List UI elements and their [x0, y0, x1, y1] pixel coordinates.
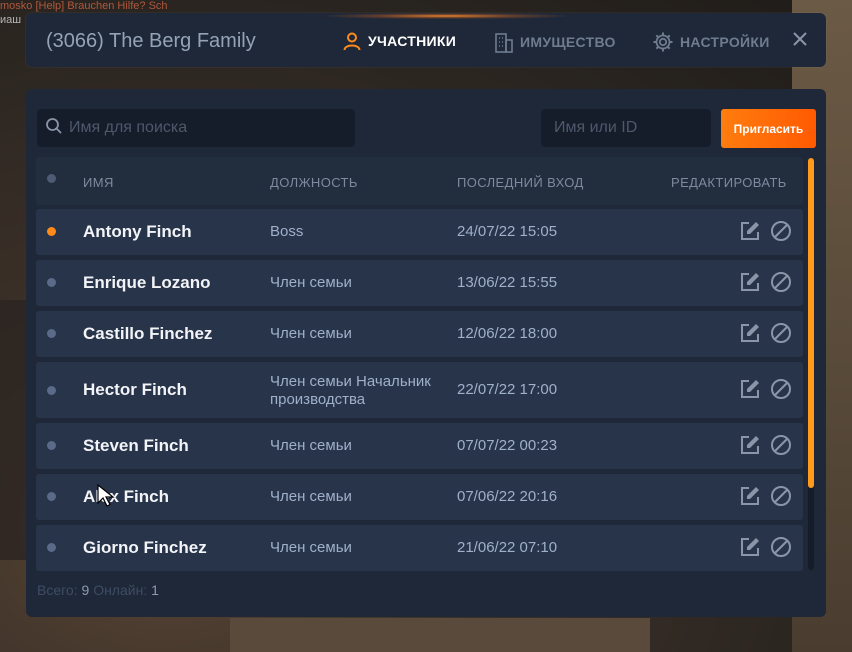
member-name: Giorno Finchez [83, 538, 207, 557]
scrollbar-thumb[interactable] [808, 158, 814, 488]
column-header-edit: РЕДАКТИРОВАТЬ [671, 175, 787, 190]
online-value: 1 [151, 582, 159, 598]
tab-property-label: ИМУЩЕСТВО [520, 34, 616, 50]
member-last-login: 13/06/22 15:55 [457, 274, 558, 291]
block-icon[interactable] [770, 485, 792, 507]
tab-members[interactable]: УЧАСТНИКИ [342, 31, 456, 51]
status-column-dot [47, 174, 56, 183]
member-rank: Член семьи [270, 539, 352, 556]
block-icon[interactable] [770, 378, 792, 400]
members-list: Antony Finch Boss 24/07/22 15:05 Enrique… [36, 209, 803, 571]
edit-icon[interactable] [739, 271, 761, 293]
invite-button[interactable]: Пригласить [721, 109, 816, 148]
member-rank: Boss [270, 223, 304, 240]
table-row[interactable]: Enrique Lozano Член семьи 13/06/22 15:55 [36, 260, 803, 306]
member-name: Castillo Finchez [83, 324, 213, 343]
tab-property[interactable]: ИМУЩЕСТВО [494, 31, 616, 53]
online-label: Онлайн: [93, 582, 148, 598]
background-chat-line: mosko [Help] Brauchen Hilfe? Sch [0, 0, 168, 12]
table-row[interactable]: Steven Finch Член семьи 07/07/22 00:23 [36, 423, 803, 469]
block-icon[interactable] [770, 220, 792, 242]
invite-id-box [541, 109, 711, 147]
member-last-login: 24/07/22 15:05 [457, 223, 558, 240]
total-value: 9 [81, 582, 90, 598]
block-icon[interactable] [770, 271, 792, 293]
tab-members-label: УЧАСТНИКИ [368, 33, 457, 49]
member-name: Steven Finch [83, 436, 189, 455]
member-last-login: 22/07/22 17:00 [457, 381, 558, 398]
member-rank: Член семьи [270, 437, 352, 454]
online-status-dot [47, 227, 56, 236]
family-header: (3066) The Berg Family УЧАСТНИКИ ИМУЩЕСТ… [26, 13, 826, 67]
gear-icon [652, 31, 674, 53]
edit-icon[interactable] [739, 434, 761, 456]
block-icon[interactable] [770, 536, 792, 558]
tab-settings-label: НАСТРОЙКИ [680, 34, 770, 50]
offline-status-dot [47, 441, 56, 450]
edit-icon[interactable] [739, 322, 761, 344]
total-label: Всего: [37, 582, 78, 598]
edit-icon[interactable] [739, 485, 761, 507]
table-header: ИМЯ ДОЛЖНОСТЬ ПОСЛЕДНИЙ ВХОД РЕДАКТИРОВА… [36, 157, 803, 205]
building-icon [494, 31, 514, 53]
member-last-login: 07/06/22 20:16 [457, 488, 558, 505]
member-rank: Член семьи [270, 488, 352, 505]
edit-icon[interactable] [739, 536, 761, 558]
background-floor [230, 618, 650, 652]
member-rank: Член семьи [270, 274, 352, 291]
family-title: (3066) The Berg Family [46, 30, 256, 52]
column-header-rank[interactable]: ДОЛЖНОСТЬ [270, 175, 358, 190]
member-counts: Всего: 9 Онлайн: 1 [37, 582, 159, 598]
member-rank: Член семьи Начальник производства [270, 373, 431, 408]
active-tab-glow [326, 13, 566, 19]
members-panel: Пригласить ИМЯ ДОЛЖНОСТЬ ПОСЛЕДНИЙ ВХОД … [26, 89, 826, 617]
member-last-login: 21/06/22 07:10 [457, 539, 558, 556]
edit-icon[interactable] [739, 220, 761, 242]
tab-settings[interactable]: НАСТРОЙКИ [652, 31, 770, 53]
member-last-login: 07/07/22 00:23 [457, 437, 558, 454]
member-name: Antony Finch [83, 222, 192, 241]
offline-status-dot [47, 329, 56, 338]
scrollbar[interactable] [808, 158, 814, 570]
offline-status-dot [47, 492, 56, 501]
table-row[interactable]: Hector Finch Член семьи Начальник произв… [36, 362, 803, 418]
column-header-name[interactable]: ИМЯ [83, 175, 114, 190]
table-row[interactable]: Antony Finch Boss 24/07/22 15:05 [36, 209, 803, 255]
member-rank: Член семьи [270, 325, 352, 342]
table-row[interactable]: Alex Finch Член семьи 07/06/22 20:16 [36, 474, 803, 520]
invite-id-input[interactable] [552, 118, 711, 138]
column-header-last-login[interactable]: ПОСЛЕДНИЙ ВХОД [457, 175, 584, 190]
block-icon[interactable] [770, 322, 792, 344]
search-box [37, 109, 355, 147]
member-name: Hector Finch [83, 380, 187, 399]
offline-status-dot [47, 386, 56, 395]
offline-status-dot [47, 543, 56, 552]
member-name: Alex Finch [83, 487, 169, 506]
mouse-cursor-icon [97, 483, 115, 508]
table-row[interactable]: Castillo Finchez Член семьи 12/06/22 18:… [36, 311, 803, 357]
close-icon[interactable] [790, 29, 810, 49]
user-icon [342, 31, 362, 51]
table-row[interactable]: Giorno Finchez Член семьи 21/06/22 07:10 [36, 525, 803, 571]
offline-status-dot [47, 278, 56, 287]
member-name: Enrique Lozano [83, 273, 211, 292]
member-last-login: 12/06/22 18:00 [457, 325, 558, 342]
edit-icon[interactable] [739, 378, 761, 400]
block-icon[interactable] [770, 434, 792, 456]
search-input[interactable] [67, 118, 355, 138]
search-icon [37, 117, 63, 140]
